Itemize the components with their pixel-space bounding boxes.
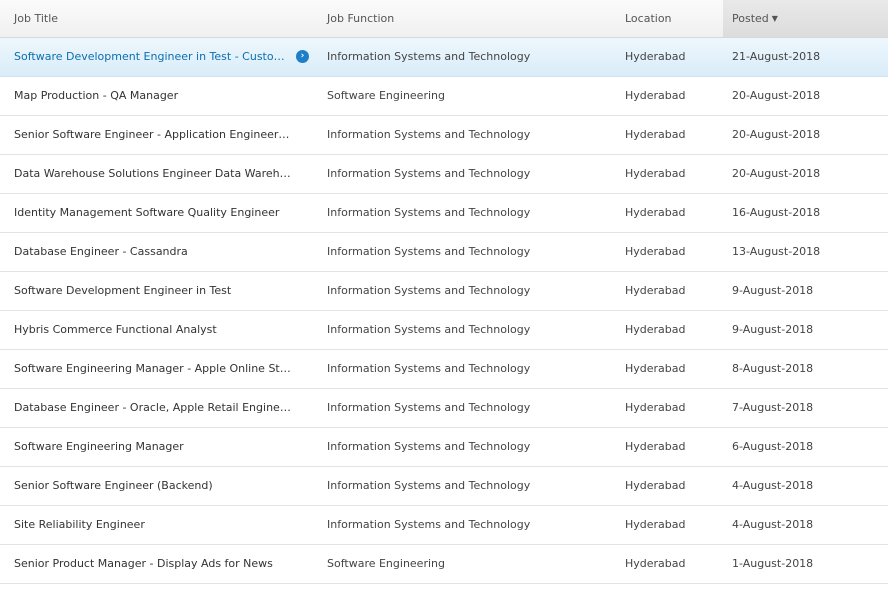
job-function-cell: Information Systems and Technology [327, 518, 531, 531]
sort-descending-icon: ▼ [771, 14, 778, 23]
table-row[interactable]: Software Development Engineer in Test - … [0, 38, 888, 77]
job-function-cell: Information Systems and Technology [327, 323, 531, 336]
job-function-cell: Information Systems and Technology [327, 245, 531, 258]
location-cell: Hyderabad [625, 440, 686, 453]
job-title-cell[interactable]: Senior Software Engineer (Backend) [14, 467, 292, 505]
location-cell: Hyderabad [625, 167, 686, 180]
table-row[interactable]: Database Engineer - Oracle, Apple Retail… [0, 389, 888, 428]
open-job-arrow-icon[interactable]: › [296, 50, 309, 63]
job-title-cell[interactable]: Software Engineering Manager [14, 428, 292, 466]
location-cell: Hyderabad [625, 245, 686, 258]
job-function-cell: Software Engineering [327, 89, 445, 102]
table-row[interactable]: Software Engineering Manager Information … [0, 428, 888, 467]
location-cell: Hyderabad [625, 518, 686, 531]
location-cell: Hyderabad [625, 206, 686, 219]
column-header-job-function[interactable]: Job Function [327, 0, 394, 37]
location-cell: Hyderabad [625, 284, 686, 297]
table-row[interactable]: Hybris Commerce Functional Analyst Inform… [0, 311, 888, 350]
job-title-cell[interactable]: Map Production - QA Manager [14, 77, 292, 115]
job-title-cell[interactable]: Database Engineer - Oracle, Apple Retail… [14, 389, 292, 427]
column-header-location[interactable]: Location [625, 0, 672, 37]
table-row[interactable]: Map Production - QA Manager Software Engi… [0, 77, 888, 116]
table-row[interactable]: Senior Software Engineer - Application E… [0, 116, 888, 155]
job-title-cell[interactable]: Senior Software Engineer - Application E… [14, 116, 292, 154]
posted-date-cell: 8-August-2018 [732, 362, 814, 375]
jobs-table: Job Title Job Function Location Posted ▼ … [0, 0, 888, 584]
job-title-cell[interactable]: Hybris Commerce Functional Analyst [14, 311, 292, 349]
job-function-cell: Information Systems and Technology [327, 479, 531, 492]
column-header-job-title[interactable]: Job Title [14, 0, 58, 37]
posted-date-cell: 4-August-2018 [732, 479, 814, 492]
table-row[interactable]: Senior Product Manager - Display Ads for… [0, 545, 888, 584]
table-body: Software Development Engineer in Test - … [0, 38, 888, 584]
job-function-cell: Information Systems and Technology [327, 440, 531, 453]
table-row[interactable]: Database Engineer - Cassandra Information… [0, 233, 888, 272]
job-title-cell[interactable]: Software Development Engineer in Test - … [14, 38, 292, 76]
job-title-cell[interactable]: Senior Product Manager - Display Ads for… [14, 545, 292, 583]
job-function-cell: Information Systems and Technology [327, 50, 531, 63]
job-function-cell: Software Engineering [327, 557, 445, 570]
job-title-cell[interactable]: Software Engineering Manager - Apple Onl… [14, 350, 292, 388]
job-function-cell: Information Systems and Technology [327, 284, 531, 297]
column-header-posted[interactable]: Posted ▼ [723, 0, 888, 37]
location-cell: Hyderabad [625, 401, 686, 414]
table-row[interactable]: Data Warehouse Solutions Engineer Data W… [0, 155, 888, 194]
posted-date-cell: 20-August-2018 [732, 128, 821, 141]
location-cell: Hyderabad [625, 128, 686, 141]
job-title-cell[interactable]: Data Warehouse Solutions Engineer Data W… [14, 155, 292, 193]
location-cell: Hyderabad [625, 50, 686, 63]
job-title-cell[interactable]: Site Reliability Engineer [14, 506, 292, 544]
posted-date-cell: 1-August-2018 [732, 557, 814, 570]
table-row[interactable]: Software Development Engineer in Test Inf… [0, 272, 888, 311]
job-title-cell[interactable]: Software Development Engineer in Test [14, 272, 292, 310]
location-cell: Hyderabad [625, 362, 686, 375]
table-row[interactable]: Identity Management Software Quality Eng… [0, 194, 888, 233]
job-title-cell[interactable]: Identity Management Software Quality Eng… [14, 194, 292, 232]
table-row[interactable]: Software Engineering Manager - Apple Onl… [0, 350, 888, 389]
posted-date-cell: 4-August-2018 [732, 518, 814, 531]
posted-date-cell: 20-August-2018 [732, 89, 821, 102]
location-cell: Hyderabad [625, 557, 686, 570]
posted-date-cell: 13-August-2018 [732, 245, 821, 258]
posted-date-cell: 9-August-2018 [732, 284, 814, 297]
job-title-cell[interactable]: Database Engineer - Cassandra [14, 233, 292, 271]
location-cell: Hyderabad [625, 89, 686, 102]
posted-date-cell: 20-August-2018 [732, 167, 821, 180]
posted-date-cell: 6-August-2018 [732, 440, 814, 453]
location-cell: Hyderabad [625, 479, 686, 492]
job-function-cell: Information Systems and Technology [327, 401, 531, 414]
location-cell: Hyderabad [625, 323, 686, 336]
job-function-cell: Information Systems and Technology [327, 167, 531, 180]
table-row[interactable]: Senior Software Engineer (Backend) Inform… [0, 467, 888, 506]
column-header-posted-label: Posted [732, 12, 769, 25]
job-function-cell: Information Systems and Technology [327, 128, 531, 141]
posted-date-cell: 9-August-2018 [732, 323, 814, 336]
posted-date-cell: 21-August-2018 [732, 50, 821, 63]
posted-date-cell: 16-August-2018 [732, 206, 821, 219]
table-row[interactable]: Site Reliability Engineer Information Sys… [0, 506, 888, 545]
job-function-cell: Information Systems and Technology [327, 362, 531, 375]
job-function-cell: Information Systems and Technology [327, 206, 531, 219]
posted-date-cell: 7-August-2018 [732, 401, 814, 414]
table-header: Job Title Job Function Location Posted ▼ [0, 0, 888, 38]
